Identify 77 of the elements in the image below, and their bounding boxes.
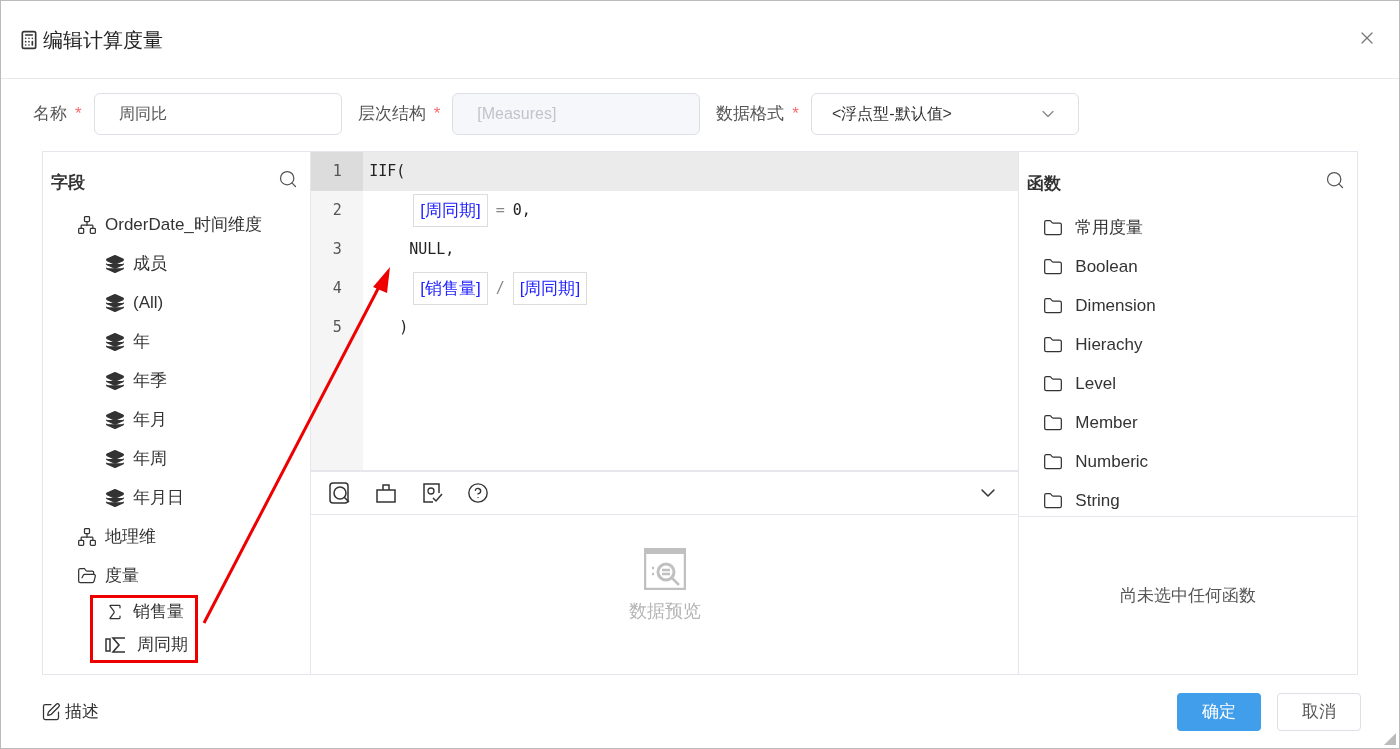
- describe-button[interactable]: 描述: [41, 698, 99, 725]
- layers-icon: [105, 370, 125, 391]
- tree-item[interactable]: (All): [27, 283, 311, 322]
- folder-icon: [1043, 373, 1064, 394]
- folder-icon: [1043, 490, 1064, 511]
- function-folder[interactable]: Numberic: [1019, 442, 1357, 481]
- folder-icon: [1043, 295, 1064, 316]
- tree-item[interactable]: 年月: [27, 400, 311, 439]
- layers-icon: [105, 487, 125, 508]
- edit-icon: [41, 701, 61, 722]
- tree-item[interactable]: 地理维: [27, 517, 311, 556]
- operator: /: [495, 278, 505, 300]
- required-asterisk: *: [433, 103, 441, 126]
- search-icon[interactable]: [278, 168, 299, 189]
- field-token[interactable]: [周同期]: [413, 193, 488, 228]
- name-field[interactable]: 周同比: [93, 93, 342, 135]
- field-token[interactable]: [周同期]: [512, 271, 588, 306]
- folder-icon: [77, 565, 97, 586]
- hierarchy-icon: [77, 526, 97, 547]
- required-asterisk: *: [75, 103, 82, 126]
- panel-title: 字段: [51, 171, 85, 194]
- select-value: <浮点型-默认值>: [831, 104, 952, 124]
- folder-icon: [1043, 451, 1064, 472]
- folder-icon: [1043, 217, 1064, 238]
- tree-item[interactable]: 销售量: [27, 595, 311, 628]
- code-text: NULL,: [409, 239, 455, 261]
- calculator-icon: [19, 29, 39, 50]
- tree-item[interactable]: 年季: [27, 361, 311, 400]
- operator: =: [495, 200, 505, 222]
- search-icon[interactable]: [1325, 170, 1345, 190]
- resize-grip-icon[interactable]: [1384, 733, 1396, 745]
- folder-icon: [1043, 256, 1064, 277]
- line-number: 1: [311, 152, 364, 191]
- function-folder[interactable]: Dimension: [1019, 286, 1357, 325]
- dialog-title: 编辑计算度量: [43, 27, 163, 53]
- preview-search-icon[interactable]: [329, 482, 352, 504]
- layers-icon: [105, 331, 125, 352]
- help-icon[interactable]: [467, 482, 490, 504]
- preview-placeholder-icon: [643, 548, 686, 590]
- function-folder[interactable]: Member: [1019, 403, 1357, 442]
- tree-item[interactable]: 年月日: [27, 478, 311, 517]
- empty-message: 尚未选中任何函数: [1120, 584, 1257, 607]
- format-select[interactable]: <浮点型-默认值>: [810, 93, 1079, 135]
- panel-title: 函数: [1027, 173, 1062, 196]
- folder-icon: [1043, 334, 1064, 355]
- preview-label: 数据预览: [628, 600, 701, 623]
- function-folder[interactable]: Hierachy: [1019, 325, 1357, 364]
- line-number: 2: [311, 191, 364, 230]
- tree-item[interactable]: 周同期: [27, 628, 311, 661]
- tree-item[interactable]: 年周: [27, 439, 311, 478]
- line-number: 4: [311, 269, 364, 308]
- field-label: 层次结构: [357, 103, 426, 126]
- code-text: ): [399, 317, 409, 339]
- tree-item[interactable]: 成员: [27, 244, 311, 283]
- folder-icon: [1043, 412, 1064, 433]
- field-label: 名称: [33, 103, 67, 126]
- function-folder[interactable]: 常用度量: [1019, 208, 1357, 247]
- function-folder[interactable]: String: [1019, 481, 1357, 520]
- code-text: IIF(: [369, 161, 406, 183]
- tree-item[interactable]: OrderDate_时间维度: [27, 205, 311, 244]
- layers-icon: [105, 448, 125, 469]
- layers-icon: [105, 253, 125, 274]
- layers-icon: [105, 292, 125, 313]
- field-token[interactable]: [销售量]: [413, 271, 488, 306]
- required-asterisk: *: [792, 103, 799, 126]
- code-text: 0,: [512, 200, 531, 222]
- tree-item[interactable]: 度量: [27, 556, 311, 595]
- check-document-icon[interactable]: [421, 482, 444, 504]
- line-number: 3: [311, 230, 364, 269]
- layers-icon: [105, 409, 125, 430]
- field-label: 数据格式: [716, 103, 785, 126]
- function-folder[interactable]: Level: [1019, 364, 1357, 403]
- hierarchy-icon: [77, 214, 97, 235]
- cancel-button[interactable]: 取消: [1277, 692, 1361, 731]
- tree-item[interactable]: 年: [27, 322, 311, 361]
- function-folder[interactable]: Boolean: [1019, 247, 1357, 286]
- line-number: 5: [311, 308, 364, 347]
